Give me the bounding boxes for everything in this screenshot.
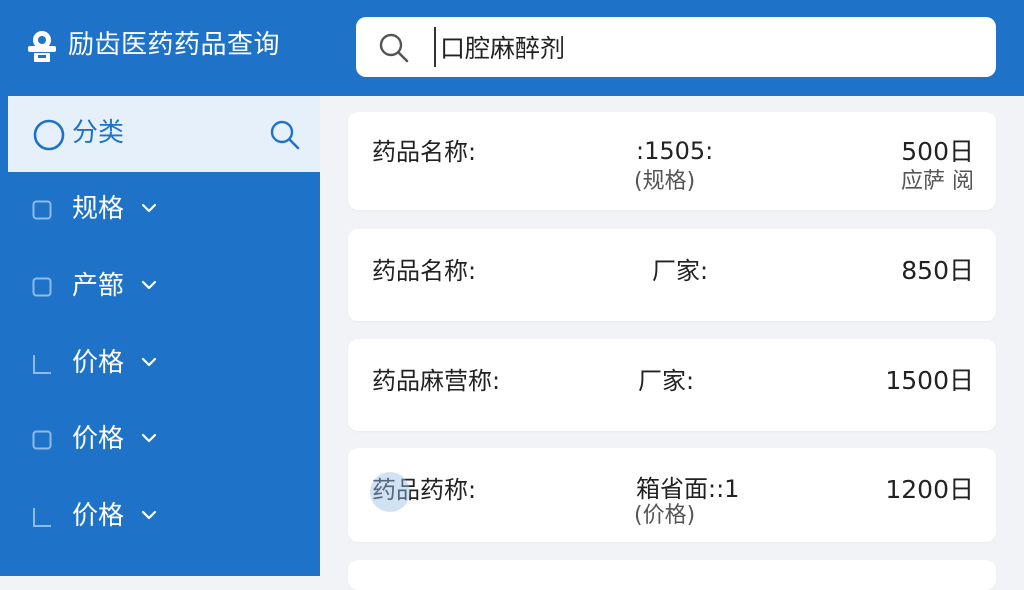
search-input[interactable] [434,27,980,67]
chevron-down-icon[interactable] [140,506,158,524]
drug-price: 1500日 [885,366,974,395]
chevron-down-icon[interactable] [140,199,158,217]
sidebar-item-label: 价格 [72,424,125,454]
search-bar[interactable] [356,17,996,77]
drug-code: :1505: [636,137,714,165]
chevron-down-icon[interactable] [140,276,158,294]
corner-icon[interactable] [32,354,52,374]
app-title: 励齿医药药品查询 [68,30,281,60]
sidebar-item-origin[interactable]: 产篰 [0,249,320,325]
result-card-partial[interactable] [348,560,996,590]
sidebar-item-category[interactable]: 分类 [8,96,320,172]
search-icon[interactable] [378,32,410,64]
sidebar-item-price-1[interactable]: 价格 [0,326,320,402]
circle-icon [33,119,65,151]
checkbox-icon[interactable] [32,430,52,450]
drug-manufacturer: 厂家: [638,367,695,395]
drug-name: 药品名称: [372,257,477,285]
result-card[interactable]: 药品名称: 厂家: 850日 [348,229,996,321]
drug-price-note: 应萨 阅 [901,169,974,194]
sidebar-item-price-3[interactable]: 价格 [0,479,320,555]
result-card[interactable]: 药品麻营称: 厂家: 1500日 [348,339,996,431]
sidebar-item-spec[interactable]: 规格 [0,172,320,248]
sidebar-item-label: 价格 [72,501,125,531]
drug-detail: 箱省面::1 [636,475,740,503]
sidebar-item-label: 价格 [72,348,125,378]
chevron-down-icon[interactable] [140,353,158,371]
drug-price: 1200日 [885,475,974,504]
drug-manufacturer: 厂家: [652,257,709,285]
pill-dispenser-icon[interactable] [22,26,62,66]
checkbox-icon[interactable] [32,200,52,220]
sidebar-item-label: 产篰 [72,271,125,301]
checkbox-icon[interactable] [32,277,52,297]
drug-price: 850日 [901,256,974,285]
sidebar-item-price-2[interactable]: 价格 [0,402,320,478]
search-icon[interactable] [268,118,302,152]
drug-price-label: (价格) [634,503,696,528]
drug-price: 500日 [901,137,974,166]
app-header: 励齿医药药品查询 [0,0,1024,96]
drug-name: 药品麻营称: [372,367,501,395]
sidebar-item-label: 规格 [72,194,125,224]
drug-spec-label: (规格) [634,169,696,194]
sidebar-item-label: 分类 [72,118,125,148]
chevron-down-icon[interactable] [140,429,158,447]
result-card[interactable]: 药品名称: :1505: (规格) 500日 应萨 阅 [348,112,996,210]
touch-highlight [370,472,410,512]
drug-name: 药品名称: [372,138,477,166]
result-card[interactable]: 药品药称: 箱省面::1 (价格) 1200日 [348,448,996,542]
filter-sidebar: 分类 规格 产篰 价格 价格 价格 [0,96,320,576]
corner-icon[interactable] [32,507,52,527]
